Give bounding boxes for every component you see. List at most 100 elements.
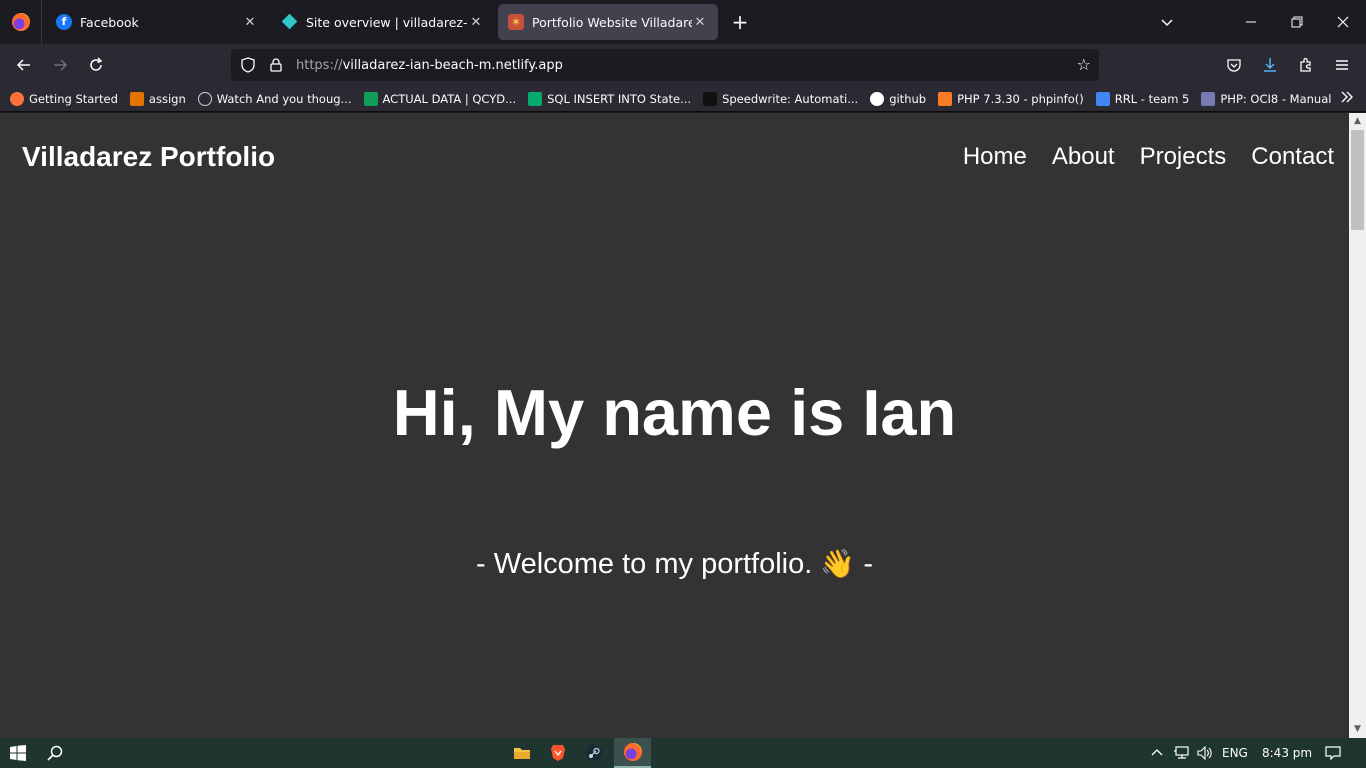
bookmark-label: Speedwrite: Automati... xyxy=(722,91,859,106)
network-button[interactable] xyxy=(1170,738,1192,768)
more-bookmarks-button[interactable] xyxy=(1340,90,1354,108)
nav-link-contact[interactable]: Contact xyxy=(1251,143,1334,171)
hamburger-menu-icon xyxy=(1336,60,1348,70)
web-page: Villadarez Portfolio Home About Projects… xyxy=(0,113,1349,738)
page-scrollbar[interactable]: ▲ ▼ xyxy=(1349,113,1366,738)
back-button[interactable] xyxy=(10,51,38,79)
speedwrite-icon xyxy=(703,91,718,106)
restore-button[interactable] xyxy=(1274,0,1320,44)
minimize-button[interactable] xyxy=(1228,0,1274,44)
new-tab-button[interactable]: + xyxy=(728,10,752,34)
url-scheme: https:// xyxy=(296,57,343,73)
close-window-button[interactable] xyxy=(1320,0,1366,44)
xampp-icon xyxy=(938,91,953,106)
waving-hand-icon: 👋 xyxy=(820,548,856,579)
scrollbar-thumb[interactable] xyxy=(1351,130,1364,230)
tab-facebook[interactable]: f Facebook ✕ xyxy=(46,4,268,40)
bookmark-item[interactable]: RRL - team 5 xyxy=(1095,91,1190,106)
hero-subtitle: - Welcome to my portfolio. 👋 - xyxy=(0,547,1349,581)
lock-icon[interactable] xyxy=(268,57,284,73)
nav-link-home[interactable]: Home xyxy=(963,143,1027,171)
bookmark-label: github xyxy=(889,91,927,106)
notifications-button[interactable] xyxy=(1318,738,1348,768)
windows-logo-icon xyxy=(10,745,26,761)
start-button[interactable] xyxy=(0,738,36,768)
tab-portfolio[interactable]: ✶ Portfolio Website Villadarez ✕ xyxy=(498,4,718,40)
scroll-down-arrow-icon[interactable]: ▼ xyxy=(1349,721,1366,738)
notification-icon xyxy=(1325,746,1341,760)
tab-strip: f Facebook ✕ Site overview | villadarez-… xyxy=(0,0,1366,44)
taskbar-brave[interactable] xyxy=(541,738,575,768)
bookmark-item[interactable]: SQL INSERT INTO State... xyxy=(528,91,692,106)
tab-title: Facebook xyxy=(80,14,139,30)
close-icon[interactable]: ✕ xyxy=(468,15,484,30)
docs-icon xyxy=(1095,91,1110,106)
pocket-button[interactable] xyxy=(1220,51,1248,79)
close-icon[interactable]: ✕ xyxy=(242,15,258,30)
forward-button[interactable] xyxy=(46,51,74,79)
puzzle-icon xyxy=(1300,57,1311,72)
firefox-icon xyxy=(623,743,642,761)
steam-icon xyxy=(586,745,602,761)
bookmark-item[interactable]: Speedwrite: Automati... xyxy=(703,91,859,106)
tab-title: Site overview | villadarez-ian-be xyxy=(306,14,468,30)
search-button[interactable] xyxy=(38,738,72,768)
url-text[interactable]: https://villadarez-ian-beach-m.netlify.a… xyxy=(296,58,563,73)
volume-button[interactable] xyxy=(1194,738,1216,768)
network-icon xyxy=(1174,746,1189,759)
tracking-protection-icon[interactable] xyxy=(240,57,256,73)
firefox-view-button[interactable] xyxy=(0,0,42,44)
bookmark-item[interactable]: ACTUAL DATA | QCYD... xyxy=(363,91,516,106)
reload-icon xyxy=(90,57,103,71)
bookmark-item[interactable]: Getting Started xyxy=(10,91,118,106)
brave-icon xyxy=(551,745,565,761)
nav-link-about[interactable]: About xyxy=(1052,143,1115,171)
taskbar: ENG 8:43 pm xyxy=(0,738,1366,768)
bookmark-label: RRL - team 5 xyxy=(1114,91,1190,106)
folder-icon xyxy=(514,748,530,759)
site-brand[interactable]: Villadarez Portfolio xyxy=(22,141,275,173)
address-bar[interactable]: https://villadarez-ian-beach-m.netlify.a… xyxy=(231,49,1099,81)
app-menu-button[interactable] xyxy=(1328,51,1356,79)
arrow-left-icon xyxy=(16,59,30,71)
php-icon xyxy=(1201,91,1216,106)
list-all-tabs-button[interactable] xyxy=(1144,0,1190,44)
downloads-button[interactable] xyxy=(1256,51,1284,79)
minimize-icon xyxy=(1246,21,1256,23)
scroll-up-arrow-icon[interactable]: ▲ xyxy=(1349,113,1366,130)
clock[interactable]: 8:43 pm xyxy=(1262,746,1312,760)
facebook-icon: f xyxy=(56,14,72,30)
site-nav: Home About Projects Contact xyxy=(938,143,1334,171)
pocket-icon xyxy=(1227,59,1241,72)
close-icon xyxy=(1337,16,1349,28)
bookmark-item[interactable]: github xyxy=(870,91,927,106)
nav-link-projects[interactable]: Projects xyxy=(1140,143,1227,171)
bookmark-item[interactable]: Watch And you thoug... xyxy=(197,91,352,106)
bookmark-label: assign xyxy=(148,91,186,106)
bookmark-star-icon[interactable]: ☆ xyxy=(1077,55,1091,74)
speaker-icon xyxy=(1197,746,1212,760)
show-hidden-icons-button[interactable] xyxy=(1146,738,1168,768)
bookmark-item[interactable]: assign xyxy=(129,91,186,106)
reload-button[interactable] xyxy=(82,51,110,79)
bookmark-item[interactable]: PHP 7.3.30 - phpinfo() xyxy=(938,91,1084,106)
taskbar-file-explorer[interactable] xyxy=(505,738,539,768)
sheets-icon xyxy=(363,91,378,106)
firefox-icon xyxy=(11,13,30,31)
taskbar-firefox[interactable] xyxy=(614,738,651,768)
firefox-icon xyxy=(10,91,24,106)
tab-site-overview[interactable]: Site overview | villadarez-ian-be ✕ xyxy=(272,4,494,40)
bookmark-label: SQL INSERT INTO State... xyxy=(547,91,692,106)
url-host: villadarez-ian-beach-m.netlify.app xyxy=(342,57,563,73)
restore-icon xyxy=(1291,16,1303,28)
close-icon[interactable]: ✕ xyxy=(692,15,708,30)
input-language-indicator[interactable]: ENG xyxy=(1222,746,1248,760)
subtitle-dash: - xyxy=(863,548,873,580)
bookmarks-toolbar: Getting Started assign Watch And you tho… xyxy=(0,86,1366,112)
download-icon xyxy=(1264,58,1276,72)
taskbar-steam[interactable] xyxy=(577,738,611,768)
w3schools-icon xyxy=(528,91,543,106)
extensions-button[interactable] xyxy=(1292,51,1320,79)
bookmark-label: PHP 7.3.30 - phpinfo() xyxy=(957,91,1084,106)
bookmark-item[interactable]: PHP: OCI8 - Manual xyxy=(1201,91,1331,106)
